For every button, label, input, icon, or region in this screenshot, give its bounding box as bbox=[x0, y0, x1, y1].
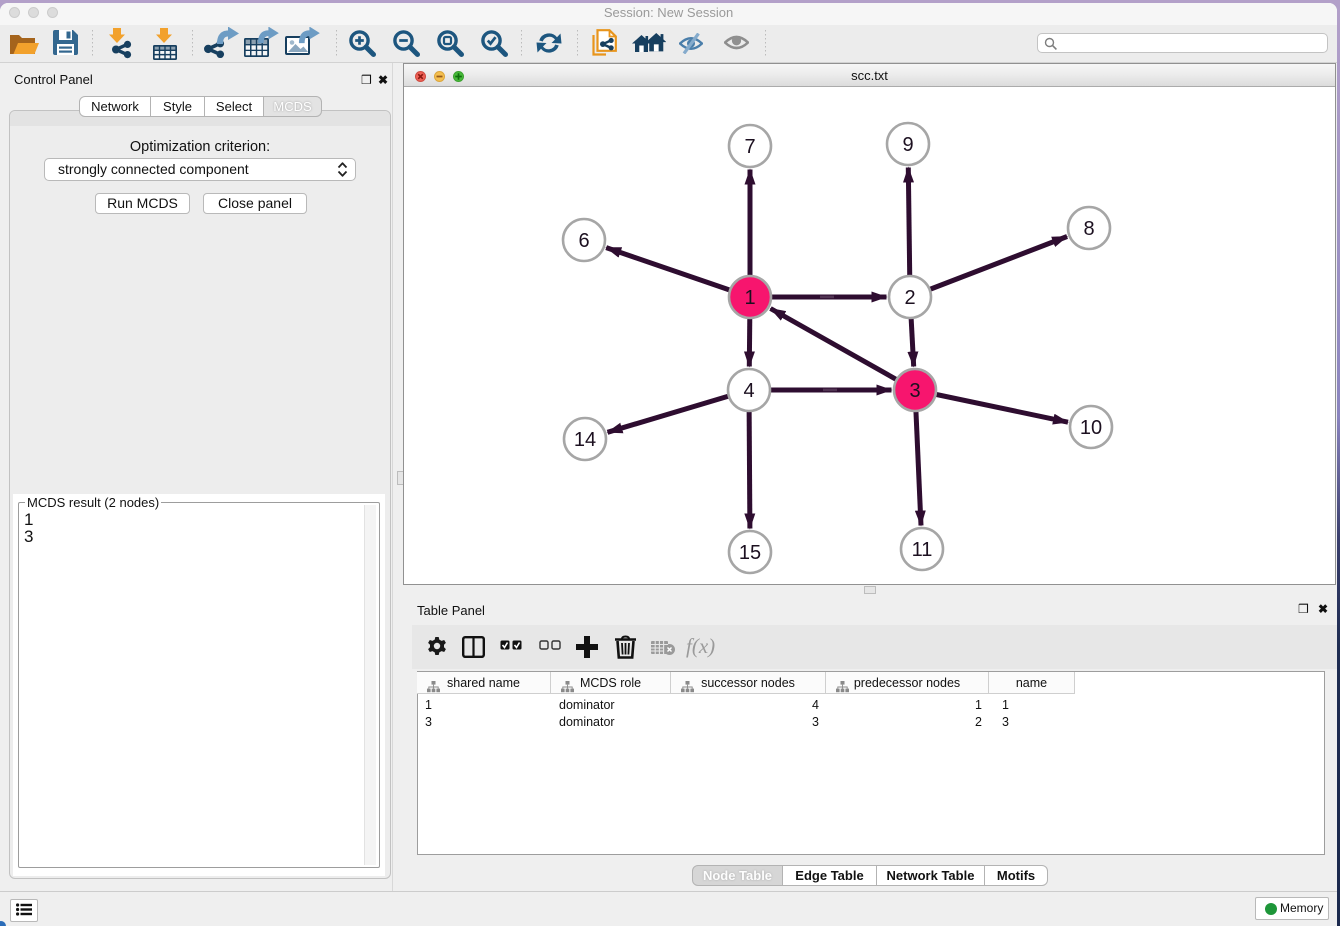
svg-text:1: 1 bbox=[744, 287, 755, 309]
svg-text:10: 10 bbox=[1080, 417, 1102, 439]
svg-text:3: 3 bbox=[909, 380, 920, 402]
svg-text:11: 11 bbox=[912, 539, 933, 561]
svg-text:15: 15 bbox=[739, 542, 761, 564]
svg-text:7: 7 bbox=[744, 136, 755, 158]
svg-text:2: 2 bbox=[904, 287, 915, 309]
svg-text:4: 4 bbox=[743, 380, 754, 402]
svg-text:14: 14 bbox=[574, 429, 596, 451]
svg-text:8: 8 bbox=[1083, 218, 1094, 240]
svg-text:6: 6 bbox=[578, 230, 589, 252]
svg-text:9: 9 bbox=[902, 134, 913, 156]
